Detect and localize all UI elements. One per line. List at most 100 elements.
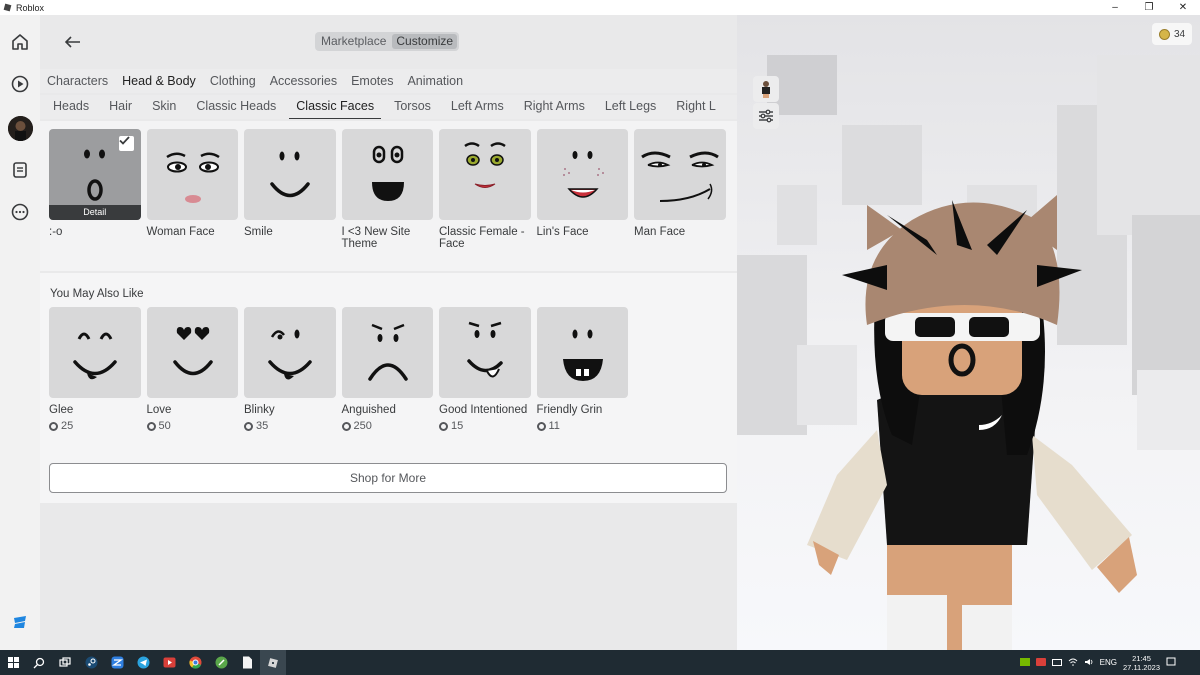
search-icon[interactable] [26,650,52,675]
item-name: Classic Female - Face [439,226,525,250]
tab-classic-faces[interactable]: Classic Faces [289,95,382,119]
item-name: Glee [49,404,74,416]
item-thumbnail [439,307,531,398]
language-indicator[interactable]: ENG [1100,658,1117,667]
windows-start-icon[interactable] [0,650,26,675]
item-thumbnail [341,129,433,220]
avatar-preview[interactable]: 34 [737,15,1200,650]
tab-emotes[interactable]: Emotes [351,74,393,88]
item-name: Lin's Face [536,226,589,238]
robux-icon [536,421,546,431]
item-thumbnail [536,129,628,220]
home-icon[interactable] [7,29,33,55]
tab-skin[interactable]: Skin [145,95,183,118]
item-name: :-o [49,226,63,238]
tab-clothing[interactable]: Clothing [210,74,256,88]
marketplace-tab[interactable]: Marketplace [317,34,390,49]
item-card[interactable]: I <3 New Site Theme [341,129,433,250]
price-value: 25 [61,420,74,432]
left-nav-rail [0,15,40,650]
tab-hair[interactable]: Hair [102,95,139,118]
tab-classic-heads[interactable]: Classic Heads [189,95,283,118]
tab-right-legs[interactable]: Right L [669,95,723,118]
chrome-icon[interactable] [182,650,208,675]
item-card[interactable]: Lin's Face [536,129,628,250]
item-thumbnail [536,307,628,398]
recommended-item-card[interactable]: Blinky 35 [244,307,336,432]
item-card[interactable]: Smile [244,129,336,250]
steam-icon[interactable] [78,650,104,675]
tab-head-body[interactable]: Head & Body [122,74,196,88]
item-card[interactable]: Classic Female - Face [439,129,531,250]
file-icon[interactable] [234,650,260,675]
wifi-icon[interactable] [1068,658,1078,668]
tab-heads[interactable]: Heads [46,95,96,118]
item-price: 35 [244,420,336,432]
play-icon[interactable] [7,71,33,97]
tab-torsos[interactable]: Torsos [387,95,438,118]
item-thumbnail [439,129,531,220]
item-card[interactable]: Man Face [634,129,726,250]
shop-for-more-button[interactable]: Shop for More [49,463,727,493]
item-thumbnail [634,129,726,220]
robux-icon [244,421,253,431]
tab-left-arms[interactable]: Left Arms [444,95,511,118]
price-value: 11 [548,420,560,432]
tab-characters[interactable]: Characters [47,74,108,88]
item-card[interactable]: Detail :-o [49,129,141,250]
system-tray: ENG 21:45 27.11.2023 [1019,650,1200,675]
volume-icon[interactable] [1084,658,1094,668]
tab-animation[interactable]: Animation [407,74,463,88]
robux-balance[interactable]: 34 [1152,23,1192,45]
item-name: Blinky [244,404,275,416]
item-thumbnail [146,307,238,398]
telegram-icon[interactable] [130,650,156,675]
avatar[interactable] [8,116,33,141]
item-card[interactable]: Woman Face [146,129,238,250]
tab-left-legs[interactable]: Left Legs [598,95,663,118]
task-view-icon[interactable] [52,650,78,675]
media-app-icon[interactable] [156,650,182,675]
close-button[interactable]: ✕ [1166,0,1200,15]
item-price: 25 [49,420,141,432]
app-green-icon[interactable] [208,650,234,675]
app-blue-icon[interactable] [104,650,130,675]
customize-tab[interactable]: Customize [392,34,458,49]
owned-items-section: Detail :-o Woman Face Smile I <3 New Sit… [40,121,737,271]
item-thumbnail: Detail [49,129,141,220]
item-thumbnail [341,307,433,398]
camera-icon[interactable] [1051,658,1062,668]
item-name: Friendly Grin [536,404,603,416]
tab-accessories[interactable]: Accessories [270,74,337,88]
roblox-logo-icon[interactable] [7,609,33,635]
subcategory-tabs: Heads Hair Skin Classic Heads Classic Fa… [40,95,737,119]
more-icon[interactable] [7,199,33,225]
tab-right-arms[interactable]: Right Arms [517,95,592,118]
avatar-scene [737,55,1200,650]
back-arrow-icon[interactable] [62,31,84,53]
recommended-item-card[interactable]: Good Intentioned 15 [439,307,531,432]
price-value: 15 [451,420,464,432]
price-value: 50 [158,420,171,432]
chat-icon[interactable] [7,157,33,183]
recommendations-title: You May Also Like [50,288,144,300]
maximize-button[interactable]: ❐ [1132,0,1166,15]
item-name: Anguished [341,404,396,416]
recommended-item-card[interactable]: Glee 25 [49,307,141,432]
nvidia-icon[interactable] [1019,657,1030,668]
item-thumbnail [49,307,141,398]
notifications-icon[interactable] [1166,657,1176,669]
clock[interactable]: 21:45 27.11.2023 [1123,654,1160,672]
recommended-item-card[interactable]: Anguished 250 [341,307,433,432]
recommended-item-card[interactable]: Love 50 [146,307,238,432]
roblox-taskbar-icon[interactable] [260,650,286,675]
sliders-icon[interactable] [753,103,779,129]
avatar-mini-icon[interactable] [753,76,779,102]
minimize-button[interactable]: – [1098,0,1132,15]
item-name: I <3 New Site Theme [341,226,411,250]
detail-button[interactable]: Detail [49,205,141,220]
recommended-item-card[interactable]: Friendly Grin 11 [536,307,628,432]
roblox-app-icon [3,3,12,12]
window-titlebar: Roblox – ❐ ✕ [0,0,1200,15]
record-icon[interactable] [1035,657,1046,668]
